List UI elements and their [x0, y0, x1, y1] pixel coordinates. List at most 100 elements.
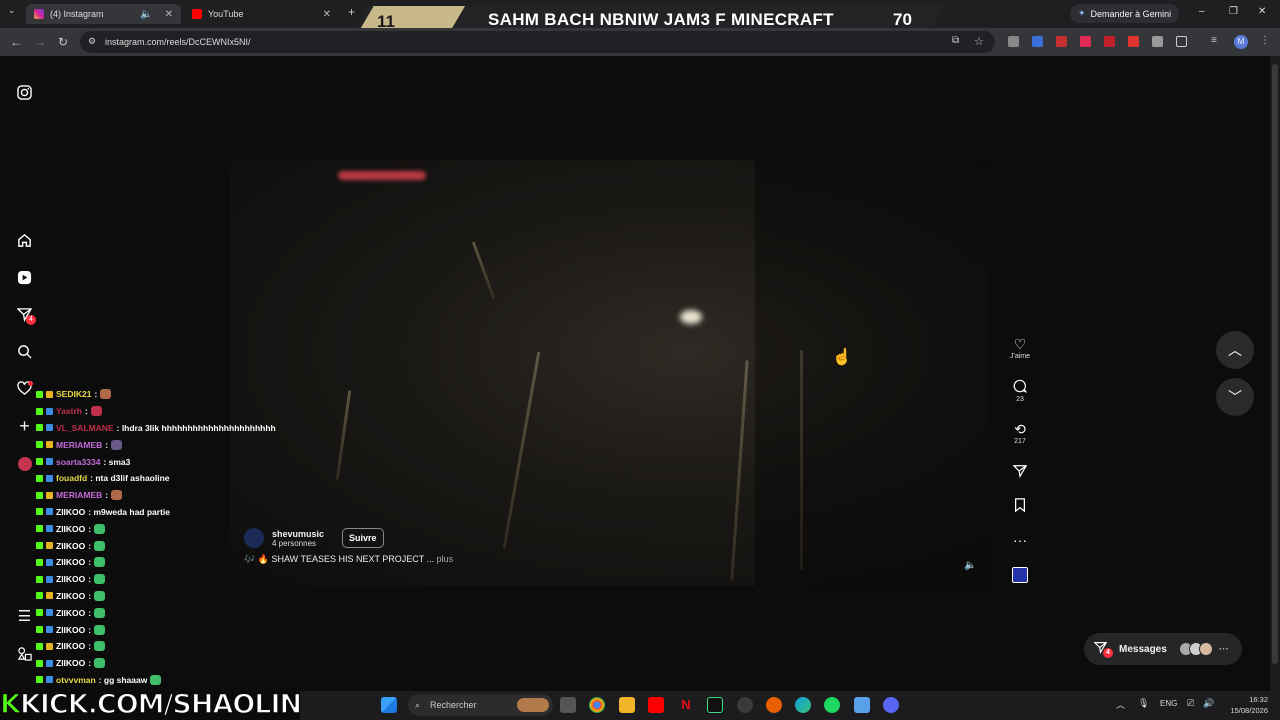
chat-username[interactable]: VL_SALMANE: [56, 423, 114, 433]
chat-username[interactable]: ZIIKOO: [56, 541, 85, 551]
chat-username[interactable]: Yastrh: [56, 406, 82, 416]
chat-badge-icon: [46, 609, 53, 617]
chat-username[interactable]: fouadfd: [56, 473, 87, 483]
chat-badge-icon: [36, 525, 43, 533]
notepad-icon[interactable]: [854, 697, 870, 713]
chat-username[interactable]: MERIAMEB: [56, 440, 102, 450]
profile-icon[interactable]: [16, 455, 33, 472]
url-text: instagram.com/reels/DcCEWNIx5NI/: [105, 37, 251, 47]
follow-button[interactable]: Suivre: [342, 528, 384, 548]
close-icon[interactable]: ✕: [165, 9, 173, 20]
forward-icon[interactable]: →: [34, 35, 46, 49]
close-icon[interactable]: ✕: [323, 9, 331, 20]
chat-username[interactable]: ZIIKOO: [56, 608, 85, 618]
install-app-icon[interactable]: ⧉: [952, 35, 959, 46]
share-action[interactable]: [1008, 464, 1032, 480]
avatar: [1198, 642, 1213, 656]
chat-username[interactable]: ZIIKOO: [56, 658, 85, 668]
netflix-icon[interactable]: N: [678, 697, 694, 713]
video-frame-detail: [502, 351, 541, 549]
firefox-icon[interactable]: [766, 697, 782, 713]
url-field[interactable]: instagram.com/reels/DcCEWNIx5NI/: [80, 31, 995, 53]
more-options-action[interactable]: ···: [1008, 532, 1032, 548]
profile-avatar[interactable]: M: [1234, 35, 1248, 49]
new-tab-icon[interactable]: +: [348, 5, 355, 19]
tab-instagram[interactable]: (4) Instagram 🔈 ✕: [26, 4, 181, 24]
audio-toggle-icon[interactable]: 🔈: [964, 560, 976, 571]
tray-expand-icon[interactable]: ︿: [1116, 698, 1125, 711]
tab-youtube[interactable]: YouTube ✕: [184, 4, 339, 24]
chrome-icon[interactable]: [589, 697, 605, 713]
microphone-icon[interactable]: 🎙: [1138, 698, 1149, 709]
chat-username[interactable]: ZIIKOO: [56, 524, 85, 534]
reload-icon[interactable]: ↻: [58, 35, 68, 49]
speaker-icon[interactable]: 🔈: [140, 9, 152, 20]
spotify-icon[interactable]: [824, 697, 840, 713]
obs-icon[interactable]: [737, 697, 753, 713]
bookmark-star-icon[interactable]: ☆: [974, 35, 984, 48]
stream-chat-overlay: SEDIK21: Yastrh: VL_SALMANE: lhdra 3lik hh…: [36, 386, 336, 688]
chat-username[interactable]: MERIAMEB: [56, 490, 102, 500]
home-icon[interactable]: [16, 232, 33, 249]
page-scrollbar[interactable]: [1270, 56, 1280, 691]
extension-icon[interactable]: [1008, 36, 1019, 47]
extension-icon[interactable]: [1128, 36, 1139, 47]
chat-username[interactable]: ZIIKOO: [56, 557, 85, 567]
discord-icon[interactable]: [883, 697, 899, 713]
task-view-icon[interactable]: [560, 697, 576, 713]
menu-dots-icon[interactable]: ⋮: [1260, 35, 1270, 46]
create-plus-icon[interactable]: +: [16, 416, 33, 436]
chat-username[interactable]: ZIIKOO: [56, 574, 85, 584]
chat-username[interactable]: otvvvman: [56, 675, 96, 685]
keyboard-language[interactable]: ENG: [1160, 699, 1177, 708]
extension-icon[interactable]: [1032, 36, 1043, 47]
chat-text: :: [105, 439, 109, 450]
maximize-icon[interactable]: ❐: [1229, 6, 1238, 17]
chat-username[interactable]: ZIIKOO: [56, 591, 85, 601]
window-close-icon[interactable]: ✕: [1258, 6, 1266, 17]
youtube-app-icon[interactable]: [648, 697, 664, 713]
chat-message: ZIIKOO:: [36, 638, 336, 655]
caption-more-link[interactable]: plus: [437, 554, 454, 564]
previous-reel-button[interactable]: ︿: [1216, 331, 1254, 369]
extension-icon[interactable]: [1104, 36, 1115, 47]
reel-video[interactable]: [230, 160, 990, 586]
chat-username[interactable]: soarta3334: [56, 457, 100, 467]
audio-thumbnail[interactable]: [1012, 567, 1028, 583]
code-editor-icon[interactable]: [707, 697, 723, 713]
extension-icon[interactable]: [1056, 36, 1067, 47]
more-menu-icon[interactable]: ☰: [16, 607, 33, 625]
extension-icon[interactable]: [1152, 36, 1163, 47]
tab-list-icon[interactable]: ⌄: [8, 5, 16, 16]
edge-icon[interactable]: [795, 697, 811, 713]
instagram-logo-icon[interactable]: [16, 84, 33, 101]
chat-username[interactable]: SEDIK21: [56, 389, 91, 399]
gemini-button[interactable]: ✦ Demander à Gemini: [1070, 4, 1180, 23]
search-icon[interactable]: [16, 343, 33, 360]
repost-action[interactable]: ⟲ 217: [1008, 421, 1032, 445]
extension-icon[interactable]: [1080, 36, 1091, 47]
file-explorer-icon[interactable]: [619, 697, 635, 713]
meta-apps-icon[interactable]: [16, 645, 33, 662]
site-info-icon[interactable]: ⚙: [88, 36, 96, 47]
volume-icon[interactable]: 🔊: [1203, 698, 1214, 709]
taskbar-clock[interactable]: 16:32 15/08/2026: [1224, 694, 1268, 716]
like-action[interactable]: ♡ J'aime: [1008, 336, 1032, 360]
chat-username[interactable]: ZIIKOO: [56, 507, 85, 517]
save-action[interactable]: [1008, 498, 1032, 514]
chat-username[interactable]: ZIIKOO: [56, 625, 85, 635]
chat-badge-icon: [46, 659, 53, 667]
taskbar-search[interactable]: ⌕ Rechercher: [408, 694, 553, 716]
next-reel-button[interactable]: ﹀: [1216, 378, 1254, 416]
reading-list-icon[interactable]: ≡: [1211, 35, 1217, 46]
reels-icon[interactable]: [16, 269, 33, 286]
network-icon[interactable]: ⎚: [1187, 698, 1194, 709]
minimize-icon[interactable]: –: [1199, 6, 1205, 17]
extensions-puzzle-icon[interactable]: [1176, 36, 1187, 47]
back-icon[interactable]: ←: [10, 35, 22, 49]
scrollbar-thumb[interactable]: [1272, 64, 1278, 664]
messages-button[interactable]: 4 Messages ···: [1084, 633, 1242, 665]
chat-username[interactable]: ZIIKOO: [56, 641, 85, 651]
comment-action[interactable]: 23: [1008, 379, 1032, 403]
start-windows-icon[interactable]: [381, 697, 397, 713]
